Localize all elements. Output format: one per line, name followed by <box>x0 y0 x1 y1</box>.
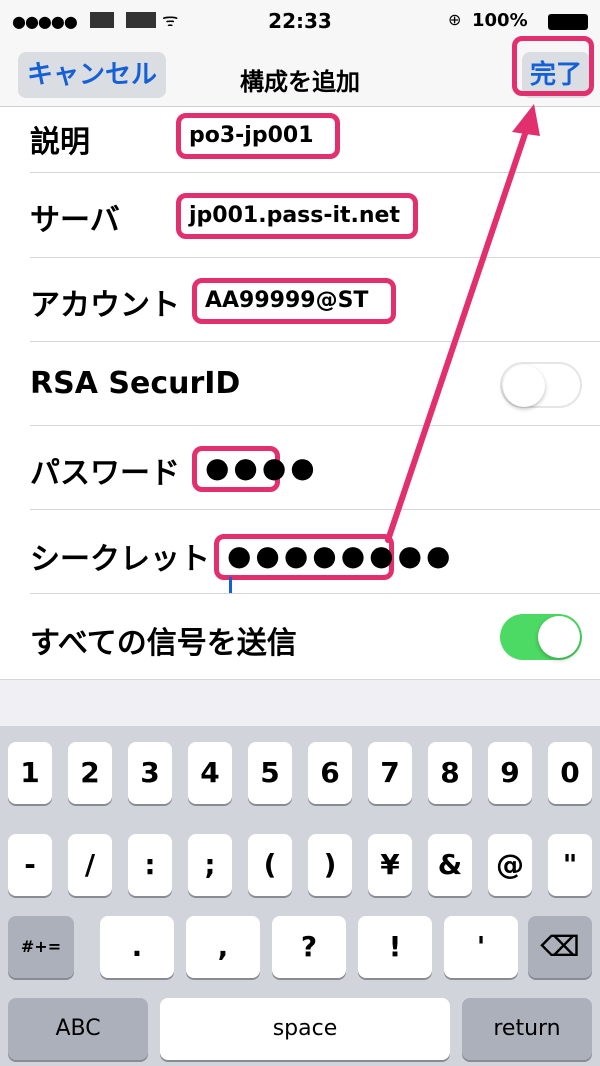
key-3[interactable]: 3 <box>128 742 172 804</box>
key-1[interactable]: 1 <box>8 742 52 804</box>
rsa-securid-toggle[interactable] <box>500 362 582 408</box>
key-4[interactable]: 4 <box>188 742 232 804</box>
key-semicolon[interactable]: ; <box>188 834 232 896</box>
secret-label: シークレット <box>30 542 210 577</box>
send-all-traffic-toggle[interactable] <box>500 614 582 660</box>
password-row[interactable]: パスワード ●●●● <box>0 426 600 510</box>
form-footer-space <box>0 680 600 726</box>
key-7[interactable]: 7 <box>368 742 412 804</box>
description-row[interactable]: 説明 po3-jp001 <box>0 107 600 173</box>
description-field[interactable]: po3-jp001 <box>176 113 340 159</box>
key-question[interactable]: ? <box>272 916 346 978</box>
key-apostrophe[interactable]: ' <box>444 916 518 978</box>
send-all-traffic-label: すべての信号を送信 <box>30 626 297 661</box>
toggle-knob <box>538 616 580 658</box>
toggle-knob <box>503 365 545 407</box>
page-title: 構成を追加 <box>240 68 360 96</box>
key-comma[interactable]: , <box>186 916 260 978</box>
key-open-paren[interactable]: ( <box>248 834 292 896</box>
key-ampersand[interactable]: & <box>428 834 472 896</box>
secret-value: ●●●●●●●● <box>227 539 455 572</box>
key-slash[interactable]: / <box>68 834 112 896</box>
key-2[interactable]: 2 <box>68 742 112 804</box>
secret-field[interactable]: ●●●●●●●● <box>214 534 450 605</box>
key-0[interactable]: 0 <box>548 742 592 804</box>
description-label: 説明 <box>30 125 90 160</box>
rsa-securid-label: RSA SecurID <box>30 366 241 401</box>
numeric-keyboard: 1 2 3 4 5 6 7 8 9 0 - / : ; ( ) ¥ & @ " … <box>0 726 600 1066</box>
key-8[interactable]: 8 <box>428 742 472 804</box>
key-6[interactable]: 6 <box>308 742 352 804</box>
account-row[interactable]: アカウント AA99999@ST <box>0 258 600 342</box>
account-field[interactable]: AA99999@ST <box>192 278 396 324</box>
done-highlight-frame <box>512 36 594 96</box>
server-row[interactable]: サーバ jp001.pass-it.net <box>0 173 600 258</box>
key-hyphen[interactable]: - <box>8 834 52 896</box>
key-colon[interactable]: : <box>128 834 172 896</box>
key-quote[interactable]: " <box>548 834 592 896</box>
secret-row[interactable]: シークレット ●●●●●●●● <box>0 510 600 605</box>
key-close-paren[interactable]: ) <box>308 834 352 896</box>
key-yen[interactable]: ¥ <box>368 834 412 896</box>
server-field[interactable]: jp001.pass-it.net <box>176 193 418 239</box>
account-label: アカウント <box>30 288 180 323</box>
password-label: パスワード <box>30 456 180 491</box>
key-at[interactable]: @ <box>488 834 532 896</box>
status-bar: ●●●●● ᯤ 22:33 ⊕ 100% <box>0 0 600 40</box>
key-space[interactable]: space <box>160 998 450 1060</box>
backspace-icon[interactable]: ⌫ <box>528 916 592 978</box>
key-abc[interactable]: ABC <box>8 998 148 1060</box>
navigation-bar: キャンセル 構成を追加 完了 <box>0 40 600 107</box>
rsa-securid-row: RSA SecurID <box>0 342 600 426</box>
key-return[interactable]: return <box>462 998 592 1060</box>
send-all-traffic-row: すべての信号を送信 <box>0 594 600 680</box>
battery-percent: 100% <box>472 10 528 31</box>
key-5[interactable]: 5 <box>248 742 292 804</box>
password-field[interactable]: ●●●● <box>192 446 315 492</box>
battery-icon <box>548 14 588 30</box>
server-label: サーバ <box>30 203 120 238</box>
orientation-lock-icon: ⊕ <box>448 10 462 29</box>
key-exclamation[interactable]: ! <box>358 916 432 978</box>
key-symbols-toggle[interactable]: #+= <box>8 916 74 978</box>
key-period[interactable]: . <box>100 916 174 978</box>
key-9[interactable]: 9 <box>488 742 532 804</box>
